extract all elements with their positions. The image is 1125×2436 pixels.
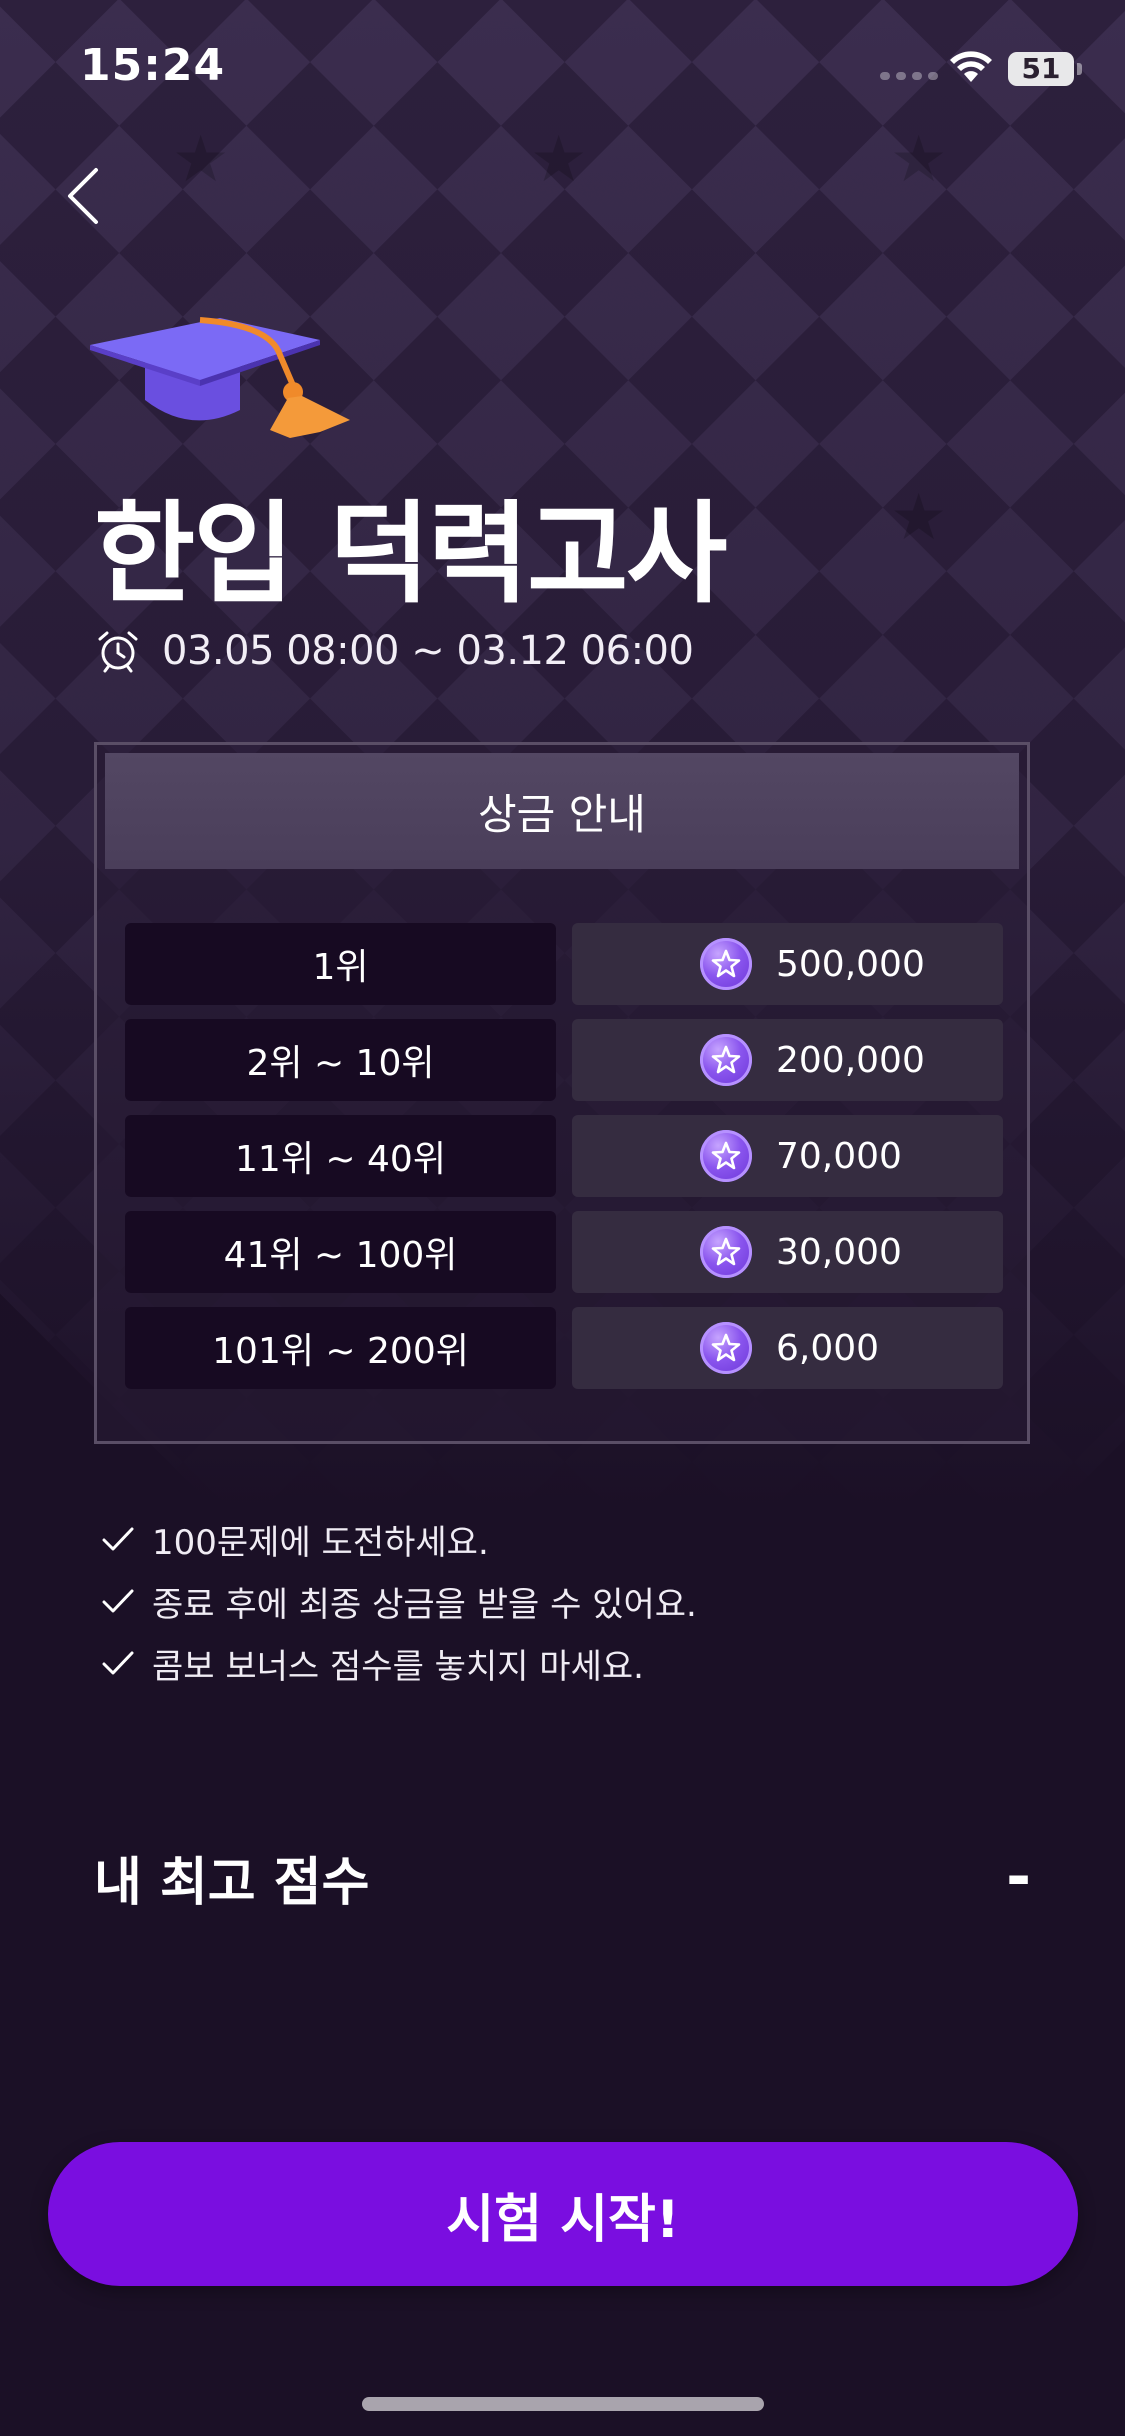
prize-row: 1위 500,000 <box>125 923 1003 1005</box>
rank-cell: 41위 ~ 100위 <box>125 1211 556 1293</box>
home-indicator[interactable] <box>362 2397 764 2411</box>
rule-item: 100문제에 도전하세요. <box>100 1508 697 1570</box>
prize-row: 101위 ~ 200위 6,000 <box>125 1307 1003 1389</box>
rule-text: 콤보 보너스 점수를 놓치지 마세요. <box>152 1646 644 1687</box>
rank-cell: 101위 ~ 200위 <box>125 1307 556 1389</box>
reward-amount: 6,000 <box>776 1327 880 1369</box>
best-score-value: - <box>1006 1842 1031 1912</box>
check-icon <box>102 1651 134 1675</box>
reward-amount: 70,000 <box>776 1135 902 1177</box>
reward-amount: 500,000 <box>776 943 925 985</box>
reward-cell: 30,000 <box>572 1211 1003 1293</box>
status-bar: 15:24 51 <box>0 0 1125 140</box>
reward-cell: 500,000 <box>572 923 1003 1005</box>
period-text: 03.05 08:00 ~ 03.12 06:00 <box>162 628 694 674</box>
star-coin-icon <box>700 1322 752 1374</box>
reward-cell: 200,000 <box>572 1019 1003 1101</box>
wifi-icon <box>950 51 992 82</box>
rank-cell: 2위 ~ 10위 <box>125 1019 556 1101</box>
battery-indicator: 51 <box>1008 52 1074 86</box>
prize-row: 11위 ~ 40위 70,000 <box>125 1115 1003 1197</box>
prize-heading: 상금 안내 <box>105 753 1019 869</box>
best-score-row: 내 최고 점수 - <box>94 1842 1031 1913</box>
prize-table: 1위 500,000 2위 ~ 10위 200,000 11위 ~ 40위 70… <box>125 923 1003 1403</box>
prize-info-panel: 상금 안내 1위 500,000 2위 ~ 10위 200,000 11위 ~ … <box>94 742 1030 1444</box>
check-icon <box>102 1527 134 1551</box>
star-coin-icon <box>700 1130 752 1182</box>
check-icon <box>102 1589 134 1613</box>
battery-tip <box>1077 63 1082 75</box>
rule-text: 종료 후에 최종 상금을 받을 수 있어요. <box>152 1584 697 1625</box>
chevron-left-icon[interactable] <box>60 164 110 228</box>
rank-cell: 11위 ~ 40위 <box>125 1115 556 1197</box>
star-coin-icon <box>700 1034 752 1086</box>
prize-row: 2위 ~ 10위 200,000 <box>125 1019 1003 1101</box>
signal-dots-icon <box>880 72 938 80</box>
best-score-label: 내 최고 점수 <box>94 1852 370 1913</box>
status-time: 15:24 <box>80 40 226 91</box>
rule-text: 100문제에 도전하세요. <box>152 1522 489 1563</box>
reward-amount: 30,000 <box>776 1231 902 1273</box>
reward-amount: 200,000 <box>776 1039 925 1081</box>
page-title: 한입 덕력고사 <box>94 490 727 618</box>
reward-cell: 6,000 <box>572 1307 1003 1389</box>
rule-item: 종료 후에 최종 상금을 받을 수 있어요. <box>100 1570 697 1632</box>
rules-list: 100문제에 도전하세요. 종료 후에 최종 상금을 받을 수 있어요. 콤보 … <box>100 1508 697 1694</box>
start-exam-button[interactable]: 시험 시작! <box>48 2142 1078 2286</box>
reward-cell: 70,000 <box>572 1115 1003 1197</box>
rule-item: 콤보 보너스 점수를 놓치지 마세요. <box>100 1632 697 1694</box>
alarm-clock-icon <box>98 631 138 673</box>
star-coin-icon <box>700 938 752 990</box>
rank-cell: 1위 <box>125 923 556 1005</box>
prize-row: 41위 ~ 100위 30,000 <box>125 1211 1003 1293</box>
event-period: 03.05 08:00 ~ 03.12 06:00 <box>96 628 694 674</box>
star-coin-icon <box>700 1226 752 1278</box>
star-decoration: ★ <box>890 481 948 555</box>
graduation-cap-icon <box>90 317 350 438</box>
